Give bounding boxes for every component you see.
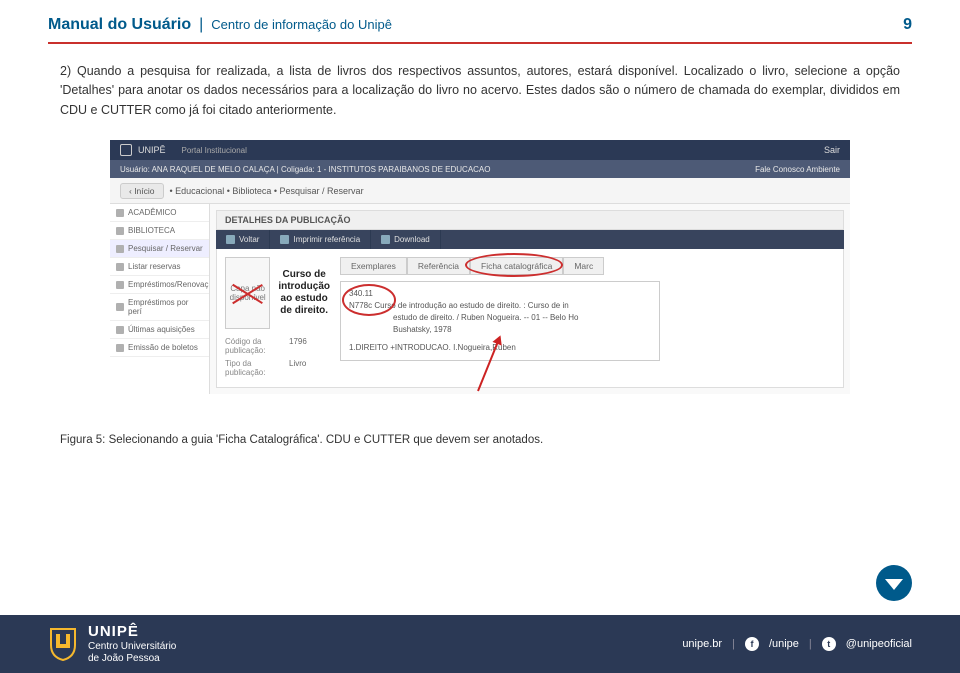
ss-right-column: Exemplares Referência Ficha catalográfic… — [340, 257, 835, 379]
page-footer: UNIPÊ Centro Universitário de João Pesso… — [0, 615, 960, 673]
ss-home-button[interactable]: ‹ Início — [120, 183, 164, 199]
ss-logout-link[interactable]: Sair — [824, 145, 840, 155]
card-cutter-line: N778c Curso de introdução ao estudo de d… — [349, 300, 651, 312]
footer-links: unipe.br | f /unipe | t @unipeoficial — [682, 637, 912, 651]
ss-brand: UNIPÊ — [138, 145, 166, 155]
meta-tipo-value: Livro — [289, 359, 306, 377]
ss-catalog-card: 340.11 N778c Curso de introdução ao estu… — [340, 281, 660, 361]
footer-logo-text: UNIPÊ Centro Universitário de João Pesso… — [88, 623, 176, 665]
doc-icon — [116, 245, 124, 253]
ss-back-button[interactable]: Voltar — [216, 230, 270, 249]
sidebar-item-biblioteca[interactable]: BIBLIOTECA — [110, 222, 209, 240]
folder-icon — [116, 227, 124, 235]
ss-cover-thumb: Capa não disponível — [225, 257, 270, 329]
header-left: Manual do Usuário | Centro de informação… — [48, 16, 392, 34]
sidebar-item-emprestimos[interactable]: Empréstimos/Renovaç — [110, 276, 209, 294]
doc-icon — [116, 303, 124, 311]
ss-user-info: Usuário: ANA RAQUEL DE MELO CALAÇA | Col… — [120, 165, 490, 174]
tab-marc[interactable]: Marc — [563, 257, 604, 275]
ss-body: ACADÊMICO BIBLIOTECA Pesquisar / Reserva… — [110, 204, 850, 394]
footer-tw[interactable]: @unipeoficial — [846, 638, 912, 650]
ss-print-button[interactable]: Imprimir referência — [270, 230, 371, 249]
ss-sidebar: ACADÊMICO BIBLIOTECA Pesquisar / Reserva… — [110, 204, 210, 394]
ss-download-button[interactable]: Download — [371, 230, 441, 249]
tab-referencia[interactable]: Referência — [407, 257, 470, 275]
sidebar-item-boletos[interactable]: Emissão de boletos — [110, 339, 209, 357]
sidebar-item-listar[interactable]: Listar reservas — [110, 258, 209, 276]
shield-icon — [48, 627, 78, 661]
tab-ficha-catalografica[interactable]: Ficha catalográfica — [470, 257, 563, 275]
ss-breadcrumb-path: • Educacional • Biblioteca • Pesquisar /… — [170, 186, 364, 196]
footer-site[interactable]: unipe.br — [682, 638, 722, 650]
ss-meta: Código da publicação:1796 Tipo da public… — [225, 335, 330, 379]
card-cdu: 340.11 — [349, 288, 651, 300]
download-icon — [381, 235, 390, 244]
doc-icon — [116, 263, 124, 271]
card-line3: estudo de direito. / Ruben Nogueira. -- … — [349, 312, 651, 324]
tab-exemplares[interactable]: Exemplares — [340, 257, 407, 275]
doc-icon — [116, 281, 124, 289]
sidebar-item-emprestimos-periodo[interactable]: Empréstimos por perí — [110, 294, 209, 321]
page-header: Manual do Usuário | Centro de informação… — [0, 0, 960, 42]
embedded-screenshot: UNIPÊ Portal Institucional Sair Usuário:… — [110, 140, 850, 394]
ss-thumb-column: Capa não disponível Curso de introdução … — [225, 257, 330, 379]
ss-tabs: Exemplares Referência Ficha catalográfic… — [340, 257, 835, 275]
ss-main: DETALHES DA PUBLICAÇÃO Voltar Imprimir r… — [210, 204, 850, 394]
page-content: 2) Quando a pesquisa for realizada, a li… — [0, 44, 960, 446]
folder-icon — [116, 209, 124, 217]
sidebar-item-aquisicoes[interactable]: Últimas aquisições — [110, 321, 209, 339]
sidebar-item-academico[interactable]: ACADÊMICO — [110, 204, 209, 222]
footer-brand: UNIPÊ — [88, 623, 176, 641]
figure-caption: Figura 5: Selecionando a guia 'Ficha Cat… — [60, 434, 900, 446]
footer-tagline1: Centro Universitário — [88, 641, 176, 653]
twitter-icon[interactable]: t — [822, 637, 836, 651]
page-number: 9 — [903, 16, 912, 34]
ss-toolbar: Voltar Imprimir referência Download — [216, 230, 844, 249]
manual-subtitle: Centro de informação do Unipê — [211, 17, 392, 32]
print-icon — [280, 235, 289, 244]
ss-topbar: UNIPÊ Portal Institucional Sair — [110, 140, 850, 160]
ss-user-links[interactable]: Fale Conosco Ambiente — [755, 165, 840, 174]
meta-codigo-label: Código da publicação: — [225, 337, 289, 355]
manual-title: Manual do Usuário — [48, 16, 191, 34]
ss-book-title: Curso de introdução ao estudo de direito… — [278, 269, 330, 317]
ss-logo-icon — [120, 144, 132, 156]
ss-portal-label: Portal Institucional — [182, 146, 247, 155]
footer-sep: | — [809, 638, 812, 650]
header-pipe: | — [199, 16, 203, 34]
footer-tagline2: de João Pessoa — [88, 653, 176, 665]
ss-panel-title: DETALHES DA PUBLICAÇÃO — [216, 210, 844, 230]
meta-codigo-value: 1796 — [289, 337, 307, 355]
doc-icon — [116, 344, 124, 352]
scroll-down-badge[interactable] — [876, 565, 912, 601]
ss-detail-area: Capa não disponível Curso de introdução … — [216, 249, 844, 388]
doc-icon — [116, 326, 124, 334]
footer-sep: | — [732, 638, 735, 650]
meta-tipo-label: Tipo da publicação: — [225, 359, 289, 377]
back-icon — [226, 235, 235, 244]
facebook-icon[interactable]: f — [745, 637, 759, 651]
footer-logo: UNIPÊ Centro Universitário de João Pesso… — [48, 623, 176, 665]
ss-userbar: Usuário: ANA RAQUEL DE MELO CALAÇA | Col… — [110, 160, 850, 178]
instruction-paragraph: 2) Quando a pesquisa for realizada, a li… — [60, 62, 900, 120]
sidebar-item-pesquisar[interactable]: Pesquisar / Reservar — [110, 240, 209, 258]
footer-fb[interactable]: /unipe — [769, 638, 799, 650]
ss-breadcrumb: ‹ Início • Educacional • Biblioteca • Pe… — [110, 178, 850, 204]
